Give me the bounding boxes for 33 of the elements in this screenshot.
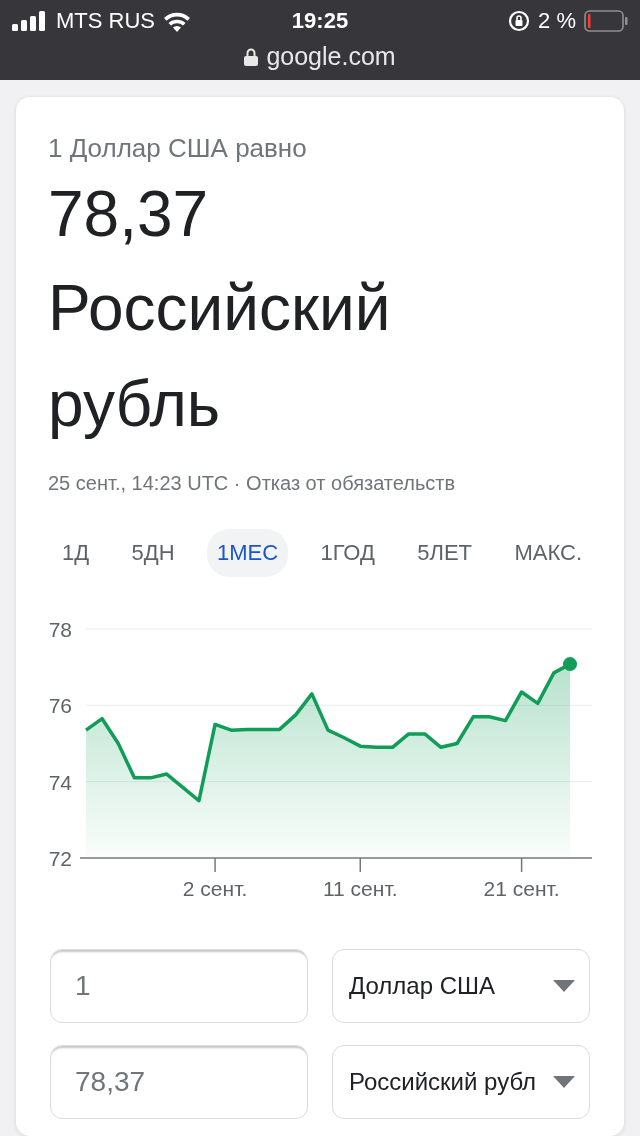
currency-select[interactable]: Доллар США (332, 948, 590, 1023)
amount-field[interactable]: 78,37 (50, 1044, 308, 1119)
range-tab[interactable]: 5ДН (121, 528, 185, 577)
y-tick-label: 72 (48, 846, 72, 870)
x-tick-label: 11 сент. (323, 876, 398, 900)
y-tick-label: 74 (48, 770, 72, 794)
page-url[interactable]: google.com (266, 42, 396, 71)
signal-icon (12, 11, 48, 31)
y-tick-label: 76 (48, 693, 72, 717)
x-tick-label: 2 сент. (182, 876, 248, 900)
currency-select[interactable]: Российский рубл (332, 1044, 590, 1119)
update-timestamp: 25 сент., 14:23 UTC · Отказ от обязательств (48, 471, 457, 495)
battery-percent: 2 % (538, 8, 576, 34)
amount-field[interactable]: 1 (50, 948, 308, 1023)
caret-icon (553, 1075, 575, 1088)
lock-icon (244, 47, 259, 66)
end-point-dot (563, 656, 577, 671)
range-tab[interactable]: 1Д (52, 528, 100, 577)
converted-amount: 78,37 (48, 177, 210, 252)
range-tab[interactable]: МАКС. (504, 528, 592, 577)
caret-icon (553, 979, 575, 992)
y-tick-label: 78 (48, 617, 72, 641)
conversion-caption: 1 Доллар США равно (48, 133, 308, 164)
clock-time: 19:25 (291, 8, 349, 34)
carrier-name: MTS RUS (56, 8, 155, 34)
rotation-lock-icon (508, 10, 531, 32)
range-tab[interactable]: 1МЕС (206, 528, 289, 577)
currency-name: Российский рубль (48, 270, 392, 442)
range-tab[interactable]: 5ЛЕТ (407, 528, 483, 577)
battery-icon (584, 10, 628, 32)
wifi-icon (163, 10, 191, 32)
x-tick-label: 21 сент. (483, 876, 560, 900)
range-tab[interactable]: 1ГОД (310, 528, 385, 577)
